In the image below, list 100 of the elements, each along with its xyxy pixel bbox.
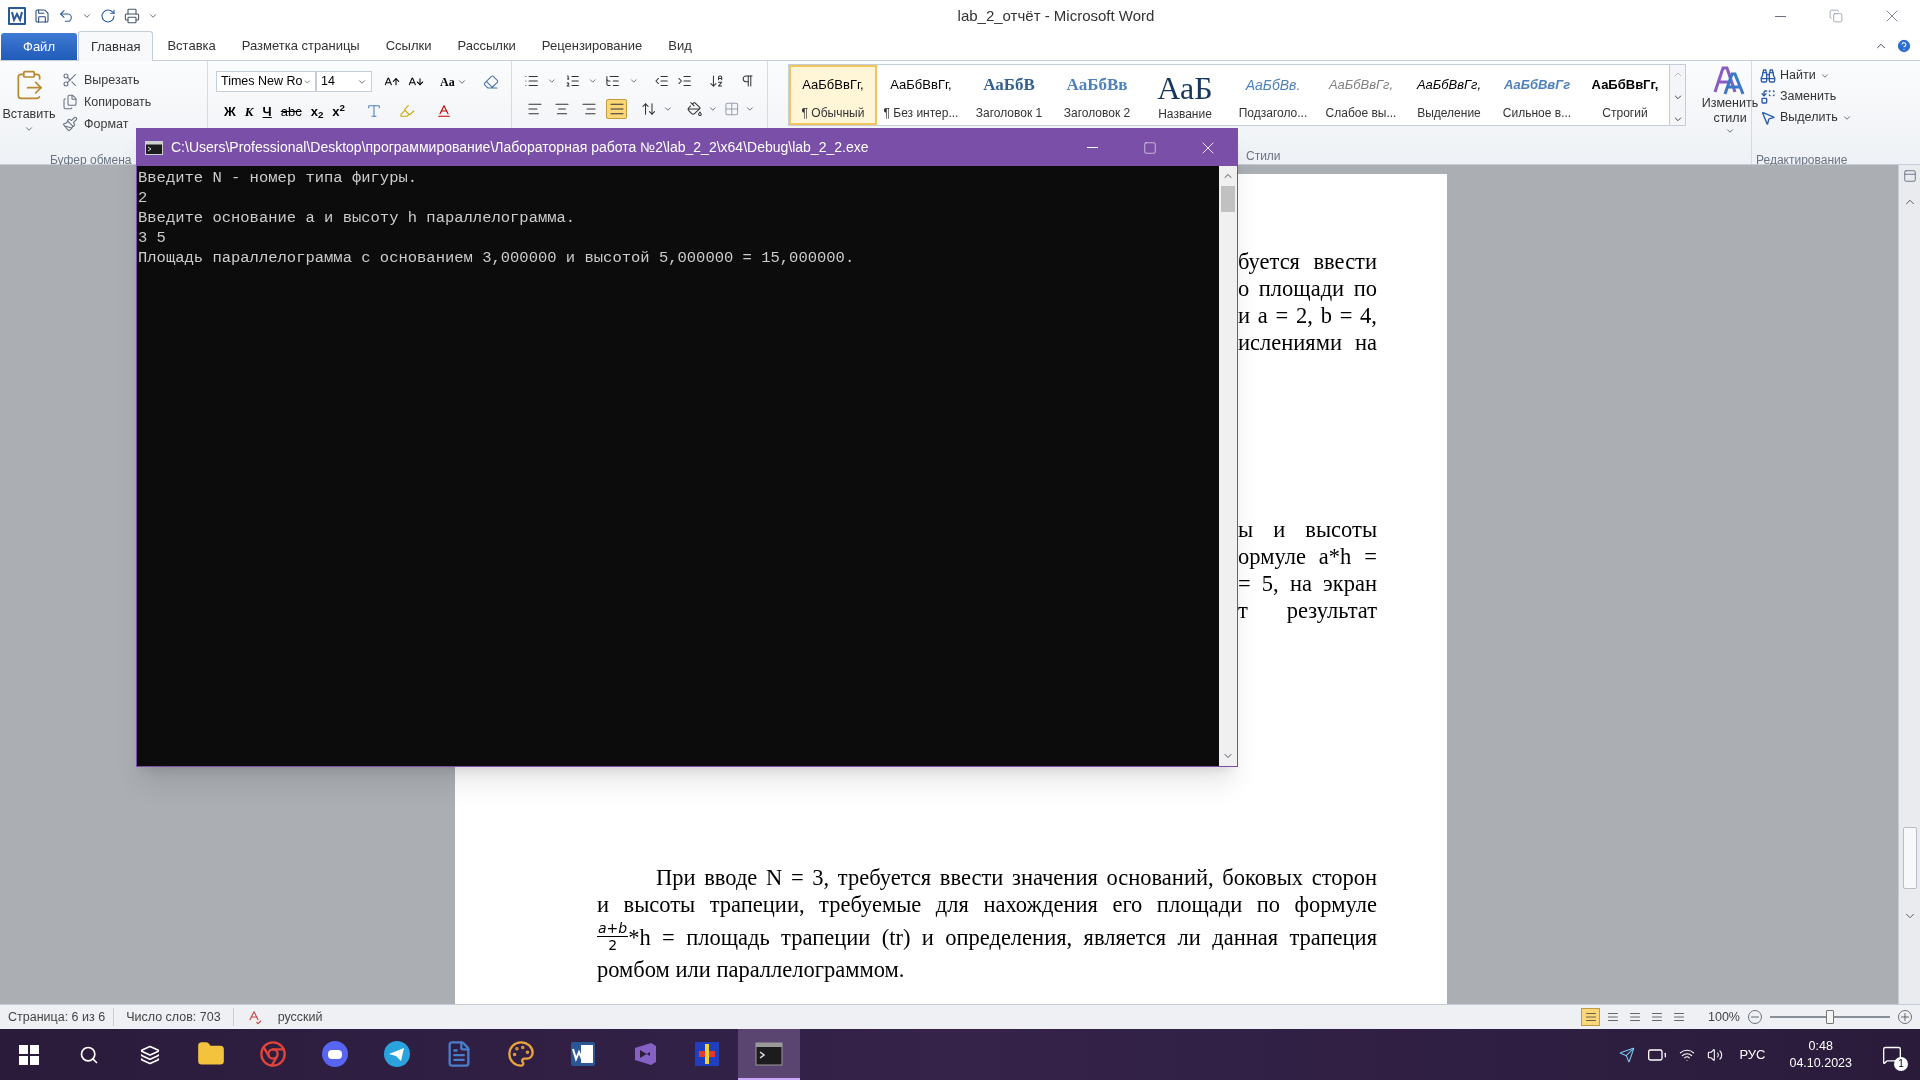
font-style-button[interactable]: x$^{2}$ — [332, 104, 346, 118]
change-case-button[interactable]: Aa — [440, 72, 467, 91]
style-gallery-item[interactable]: АаБбВ Заголовок 1 — [965, 65, 1053, 125]
console-icon — [145, 140, 163, 155]
style-gallery-item[interactable]: АаБбВв Заголовок 2 — [1053, 65, 1141, 125]
caret-icon[interactable] — [1725, 126, 1735, 136]
align-left-icon — [526, 101, 543, 117]
taskbar-app[interactable] — [738, 1029, 800, 1080]
copy-icon[interactable] — [62, 94, 78, 110]
file-tab[interactable]: Файл — [1, 33, 77, 60]
ribbon-tab[interactable]: Ссылки — [373, 32, 444, 60]
style-gallery-item[interactable]: АаБбВвГг, Слабое вы... — [1317, 65, 1405, 125]
zoom-slider-thumb[interactable] — [1826, 1010, 1834, 1024]
font-name-field[interactable]: Times New Ro — [216, 71, 316, 92]
bullets-icon[interactable] — [524, 73, 540, 89]
decrease-indent-icon[interactable] — [654, 73, 670, 89]
caret-icon[interactable] — [628, 76, 639, 86]
ruler-toggle-icon[interactable] — [1902, 169, 1917, 183]
page-count[interactable]: Страница: 6 из 6 — [0, 1007, 115, 1027]
justify-button[interactable] — [606, 99, 628, 119]
style-gallery-item[interactable]: АаБбВвГг, Строгий — [1581, 65, 1669, 125]
redo-icon[interactable] — [100, 8, 116, 24]
console-icon — [755, 1041, 783, 1066]
caret-icon[interactable] — [547, 76, 557, 86]
caret-icon[interactable] — [662, 104, 673, 114]
replace-button[interactable]: Заменить — [1760, 86, 1870, 107]
shading-icon[interactable] — [686, 101, 703, 117]
style-gallery-item[interactable]: АаБбВвГг, ¶ Без интер... — [877, 65, 965, 125]
align-center-icon — [554, 101, 570, 117]
font-style-button[interactable]: abc — [280, 104, 302, 118]
font-style-button[interactable]: Ч — [262, 104, 272, 118]
style-gallery-item[interactable]: АаБбВвГг, Выделение — [1405, 65, 1493, 125]
undo-icon[interactable] — [58, 8, 74, 24]
document-text: т результат — [1238, 597, 1377, 624]
style-gallery-item[interactable]: АаБбВв. Подзаголо... — [1229, 65, 1317, 125]
ribbon-tab[interactable]: Главная — [77, 31, 154, 61]
copy-button[interactable]: Копировать — [58, 91, 156, 113]
caret-icon[interactable] — [148, 11, 158, 21]
vertical-scrollbar[interactable] — [1898, 165, 1920, 1004]
clock-date[interactable]: 04.10.2023 — [1789, 1054, 1852, 1072]
page-view-icon — [1650, 1011, 1663, 1023]
caret-icon[interactable] — [587, 76, 598, 86]
sort-icon[interactable] — [708, 73, 724, 89]
view-button[interactable] — [1581, 1008, 1600, 1026]
app-logo-icon[interactable] — [8, 7, 26, 25]
change-styles-button[interactable]: Изменить стили — [1698, 64, 1762, 147]
document-text: ислениями на — [1238, 329, 1377, 356]
tool-window-icon — [693, 1039, 721, 1068]
clock-time[interactable]: 0:48 — [1808, 1037, 1833, 1055]
font-style-button[interactable]: Ж — [224, 104, 236, 118]
text-effects-icon[interactable] — [366, 103, 383, 119]
notifications-icon[interactable] — [1882, 1044, 1902, 1065]
word-count[interactable]: Число слов: 703 — [114, 1007, 234, 1027]
console-title: C:\Users\Professional\Desktop\программирование\Лабораторная работа №2\lab_2_2\x64\Debug\lab_2_2.exe — [171, 138, 869, 157]
paper-plane-icon[interactable] — [1619, 1046, 1636, 1063]
ribbon-tab[interactable]: Рецензирование — [529, 32, 655, 60]
find-button[interactable]: Найти — [1760, 65, 1870, 86]
language-indicator[interactable]: русский — [273, 1007, 327, 1027]
console-scrollbar[interactable] — [1219, 166, 1237, 766]
eraser-icon[interactable] — [482, 73, 499, 90]
caret-icon[interactable] — [745, 104, 755, 114]
volume-icon[interactable] — [1707, 1046, 1724, 1063]
caret-icon[interactable] — [708, 104, 718, 114]
style-gallery-item[interactable]: АаБ Название — [1141, 65, 1229, 125]
minimize-icon — [1086, 147, 1098, 148]
zoom-in-icon[interactable] — [1898, 1010, 1912, 1024]
style-gallery-item[interactable]: АаБбВвГг Сильное в... — [1493, 65, 1581, 125]
font-style-button[interactable]: К — [244, 104, 254, 118]
line-spacing-icon[interactable] — [641, 101, 657, 117]
windows-icon — [19, 1044, 39, 1065]
zoom-level[interactable]: 100% — [1700, 1007, 1748, 1027]
multilevel-list-icon[interactable] — [605, 73, 621, 89]
font-style-button[interactable]: x$_{2}$ — [310, 104, 324, 118]
font-color-icon[interactable] — [436, 103, 453, 119]
scroll-thumb[interactable] — [1902, 827, 1917, 889]
increase-indent-icon[interactable] — [677, 73, 693, 89]
borders-icon[interactable] — [723, 101, 740, 117]
align-right-icon — [581, 101, 598, 117]
fraction-numerator: a+b — [597, 921, 629, 936]
ribbon-tab[interactable]: Вставка — [155, 32, 228, 60]
chat-bubble-icon — [321, 1039, 349, 1068]
brush-icon[interactable] — [62, 116, 78, 132]
ribbon-tab[interactable]: Рассылки — [445, 32, 528, 60]
help-icon[interactable] — [1896, 38, 1912, 54]
save-icon[interactable] — [34, 8, 50, 24]
input-language[interactable]: РУС — [1735, 1044, 1770, 1065]
numbering-icon[interactable] — [564, 73, 580, 89]
select-button[interactable]: Выделить — [1760, 107, 1870, 128]
scissors-icon[interactable] — [62, 72, 78, 88]
font-size-field[interactable]: 14 — [316, 71, 372, 92]
caret-icon[interactable] — [82, 11, 92, 21]
paste-button[interactable]: Вставить — [0, 65, 58, 147]
cut-button[interactable]: Вырезать — [58, 69, 156, 91]
ribbon-tab[interactable]: Вид — [656, 32, 704, 60]
style-gallery-item[interactable]: АаБбВвГг, ¶ Обычный — [789, 65, 877, 125]
print-icon[interactable] — [124, 8, 140, 24]
console-scroll-thumb[interactable] — [1221, 186, 1235, 212]
paragraph-line: *h = площадь трапеции (tr) и определения, является ли данная трапеция — [628, 923, 1377, 951]
ribbon-tab[interactable]: Разметка страницы — [229, 32, 372, 60]
format-painter-button[interactable]: Формат — [58, 113, 156, 135]
